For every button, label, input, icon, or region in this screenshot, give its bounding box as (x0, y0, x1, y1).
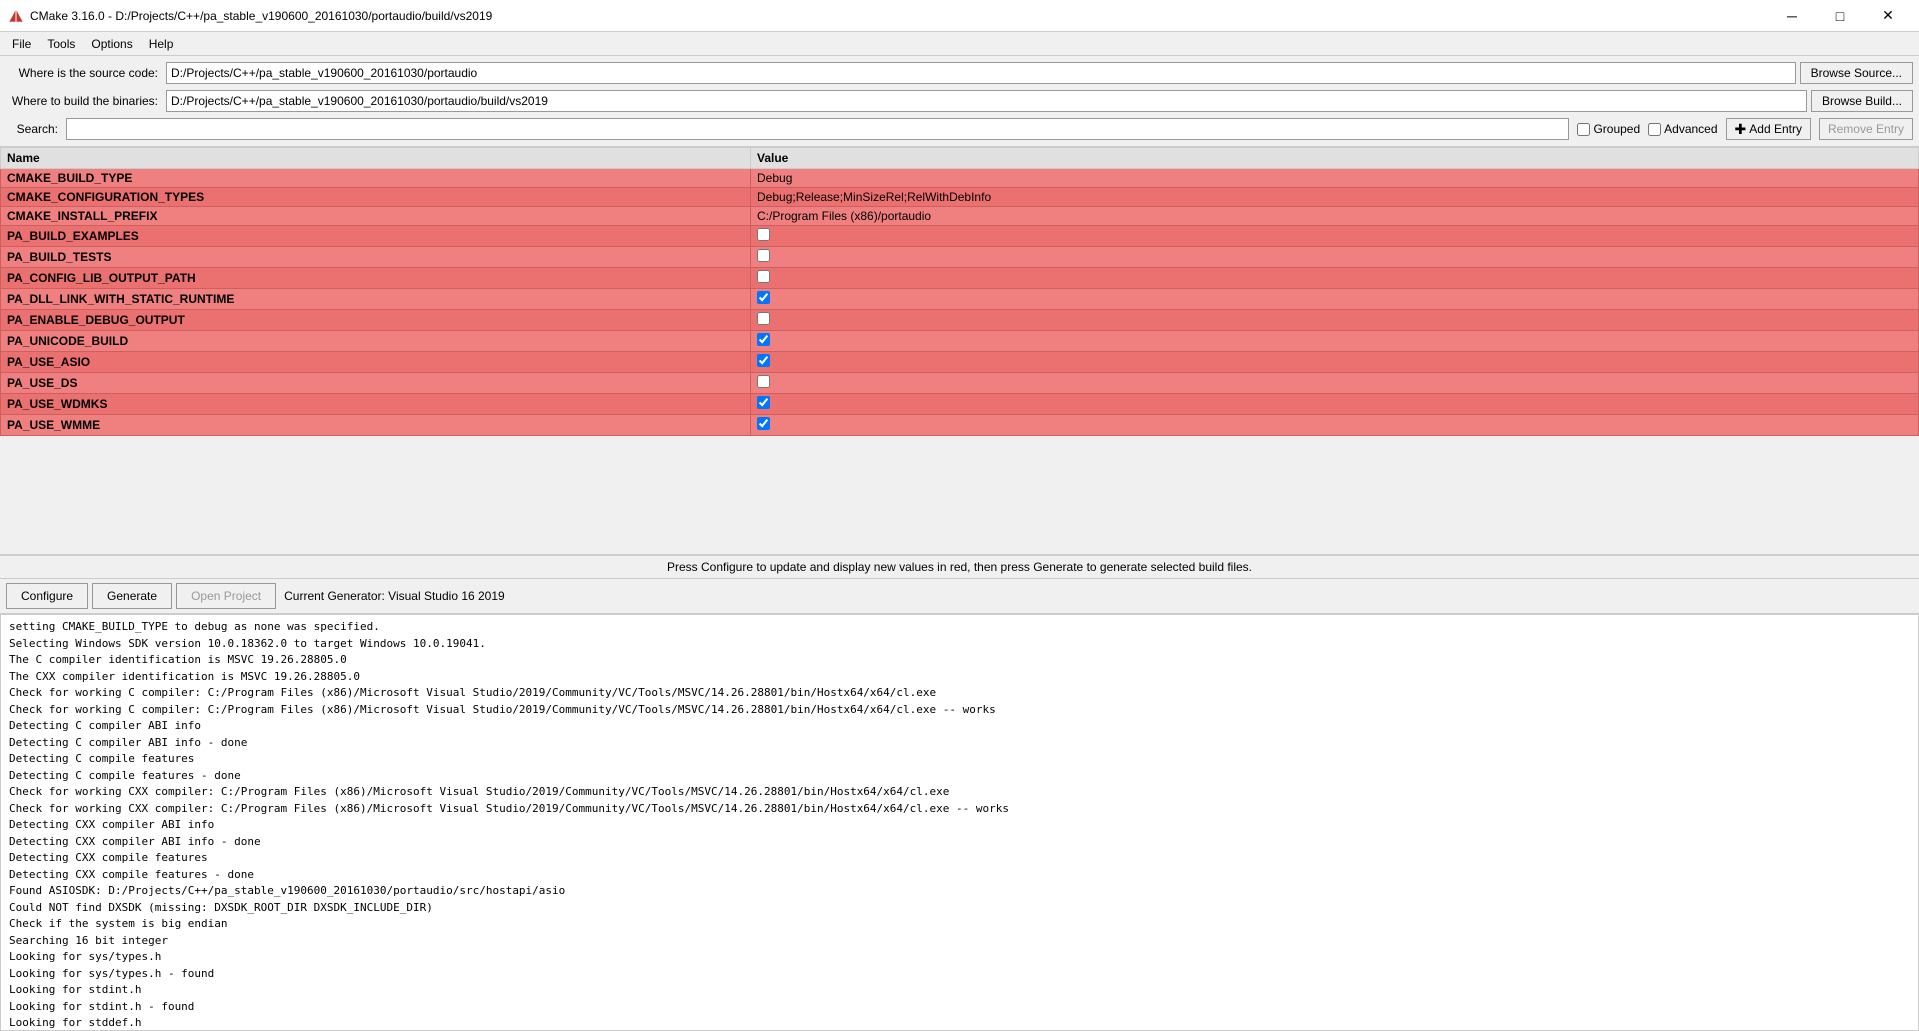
grouped-label: Grouped (1593, 122, 1640, 136)
add-entry-button[interactable]: ✚ Add Entry (1726, 118, 1811, 140)
entry-value[interactable] (751, 352, 1919, 373)
search-options: Grouped Advanced ✚ Add Entry Remove Entr… (1577, 118, 1913, 140)
value-column-header: Value (751, 148, 1919, 169)
main-area: Where is the source code: Browse Source.… (0, 56, 1919, 1031)
entry-checkbox[interactable] (757, 396, 770, 409)
source-row: Where is the source code: Browse Source.… (6, 60, 1913, 86)
advanced-checkbox-label[interactable]: Advanced (1648, 122, 1717, 136)
entry-checkbox[interactable] (757, 354, 770, 367)
entry-value[interactable] (751, 394, 1919, 415)
menu-options[interactable]: Options (83, 35, 140, 53)
entry-checkbox[interactable] (757, 291, 770, 304)
browse-source-button[interactable]: Browse Source... (1800, 62, 1913, 84)
entry-checkbox[interactable] (757, 333, 770, 346)
entry-name: PA_USE_DS (1, 373, 751, 394)
grouped-checkbox-label[interactable]: Grouped (1577, 122, 1640, 136)
table-row: PA_BUILD_TESTS (1, 247, 1919, 268)
window-title: CMake 3.16.0 - D:/Projects/C++/pa_stable… (30, 9, 492, 23)
entry-name: PA_BUILD_EXAMPLES (1, 226, 751, 247)
cmake-icon (8, 8, 24, 24)
generator-label: Current Generator: Visual Studio 16 2019 (284, 589, 505, 603)
entry-value[interactable] (751, 247, 1919, 268)
table-row: PA_CONFIG_LIB_OUTPUT_PATH (1, 268, 1919, 289)
entry-name: PA_UNICODE_BUILD (1, 331, 751, 352)
entry-checkbox[interactable] (757, 270, 770, 283)
entry-value[interactable] (751, 289, 1919, 310)
source-label: Where is the source code: (6, 66, 166, 80)
table-row: PA_UNICODE_BUILD (1, 331, 1919, 352)
status-bar: Press Configure to update and display ne… (0, 555, 1919, 579)
table-row: CMAKE_BUILD_TYPEDebug (1, 169, 1919, 188)
entry-value[interactable] (751, 226, 1919, 247)
entry-value: Debug (751, 169, 1919, 188)
name-column-header: Name (1, 148, 751, 169)
build-label: Where to build the binaries: (6, 94, 166, 108)
table-row: PA_USE_ASIO (1, 352, 1919, 373)
title-controls: ─ □ ✕ (1769, 0, 1911, 32)
title-bar: CMake 3.16.0 - D:/Projects/C++/pa_stable… (0, 0, 1919, 32)
table-row: CMAKE_CONFIGURATION_TYPESDebug;Release;M… (1, 188, 1919, 207)
status-text: Press Configure to update and display ne… (667, 560, 1252, 574)
advanced-checkbox[interactable] (1648, 123, 1661, 136)
entry-name: PA_BUILD_TESTS (1, 247, 751, 268)
build-input[interactable] (166, 90, 1807, 112)
table-row: PA_BUILD_EXAMPLES (1, 226, 1919, 247)
entry-checkbox[interactable] (757, 228, 770, 241)
minimize-button[interactable]: ─ (1769, 0, 1815, 32)
entry-checkbox[interactable] (757, 417, 770, 430)
menu-tools[interactable]: Tools (39, 35, 83, 53)
table-body: CMAKE_BUILD_TYPEDebugCMAKE_CONFIGURATION… (1, 169, 1919, 436)
bottom-toolbar: Configure Generate Open Project Current … (0, 579, 1919, 614)
generate-button[interactable]: Generate (92, 583, 172, 609)
entry-name: PA_DLL_LINK_WITH_STATIC_RUNTIME (1, 289, 751, 310)
entry-checkbox[interactable] (757, 375, 770, 388)
entry-value[interactable] (751, 415, 1919, 436)
entry-value: Debug;Release;MinSizeRel;RelWithDebInfo (751, 188, 1919, 207)
entry-name: PA_USE_WMME (1, 415, 751, 436)
entry-name: PA_ENABLE_DEBUG_OUTPUT (1, 310, 751, 331)
entry-value[interactable] (751, 268, 1919, 289)
table-row: CMAKE_INSTALL_PREFIXC:/Program Files (x8… (1, 207, 1919, 226)
entry-name: CMAKE_CONFIGURATION_TYPES (1, 188, 751, 207)
add-icon: ✚ (1735, 121, 1747, 138)
entry-checkbox[interactable] (757, 249, 770, 262)
table-row: PA_USE_DS (1, 373, 1919, 394)
entry-value[interactable] (751, 310, 1919, 331)
source-input[interactable] (166, 62, 1796, 84)
title-left: CMake 3.16.0 - D:/Projects/C++/pa_stable… (8, 8, 492, 24)
log-content: setting CMAKE_BUILD_TYPE to debug as non… (9, 619, 1910, 1031)
menu-bar: File Tools Options Help (0, 32, 1919, 56)
entry-value: C:/Program Files (x86)/portaudio (751, 207, 1919, 226)
search-label: Search: (6, 122, 66, 136)
search-row: Search: Grouped Advanced ✚ Add Entry Rem… (6, 116, 1913, 142)
entry-name: CMAKE_INSTALL_PREFIX (1, 207, 751, 226)
browse-build-button[interactable]: Browse Build... (1811, 90, 1913, 112)
close-button[interactable]: ✕ (1865, 0, 1911, 32)
entry-name: PA_USE_WDMKS (1, 394, 751, 415)
entry-name: PA_USE_ASIO (1, 352, 751, 373)
advanced-label: Advanced (1664, 122, 1717, 136)
controls-area: Where is the source code: Browse Source.… (0, 56, 1919, 147)
entry-value[interactable] (751, 331, 1919, 352)
menu-help[interactable]: Help (141, 35, 182, 53)
table-row: PA_DLL_LINK_WITH_STATIC_RUNTIME (1, 289, 1919, 310)
menu-file[interactable]: File (4, 35, 39, 53)
table-row: PA_USE_WMME (1, 415, 1919, 436)
cmake-entries-table-area: Name Value CMAKE_BUILD_TYPEDebugCMAKE_CO… (0, 147, 1919, 555)
entry-name: PA_CONFIG_LIB_OUTPUT_PATH (1, 268, 751, 289)
open-project-button[interactable]: Open Project (176, 583, 276, 609)
table-row: PA_USE_WDMKS (1, 394, 1919, 415)
search-input[interactable] (66, 118, 1569, 140)
grouped-checkbox[interactable] (1577, 123, 1590, 136)
entry-checkbox[interactable] (757, 312, 770, 325)
entry-value[interactable] (751, 373, 1919, 394)
configure-button[interactable]: Configure (6, 583, 88, 609)
build-row: Where to build the binaries: Browse Buil… (6, 88, 1913, 114)
maximize-button[interactable]: □ (1817, 0, 1863, 32)
remove-entry-button[interactable]: Remove Entry (1819, 118, 1913, 140)
log-area[interactable]: setting CMAKE_BUILD_TYPE to debug as non… (0, 614, 1919, 1031)
table-row: PA_ENABLE_DEBUG_OUTPUT (1, 310, 1919, 331)
entry-name: CMAKE_BUILD_TYPE (1, 169, 751, 188)
cmake-entries-table: Name Value CMAKE_BUILD_TYPEDebugCMAKE_CO… (0, 147, 1919, 436)
